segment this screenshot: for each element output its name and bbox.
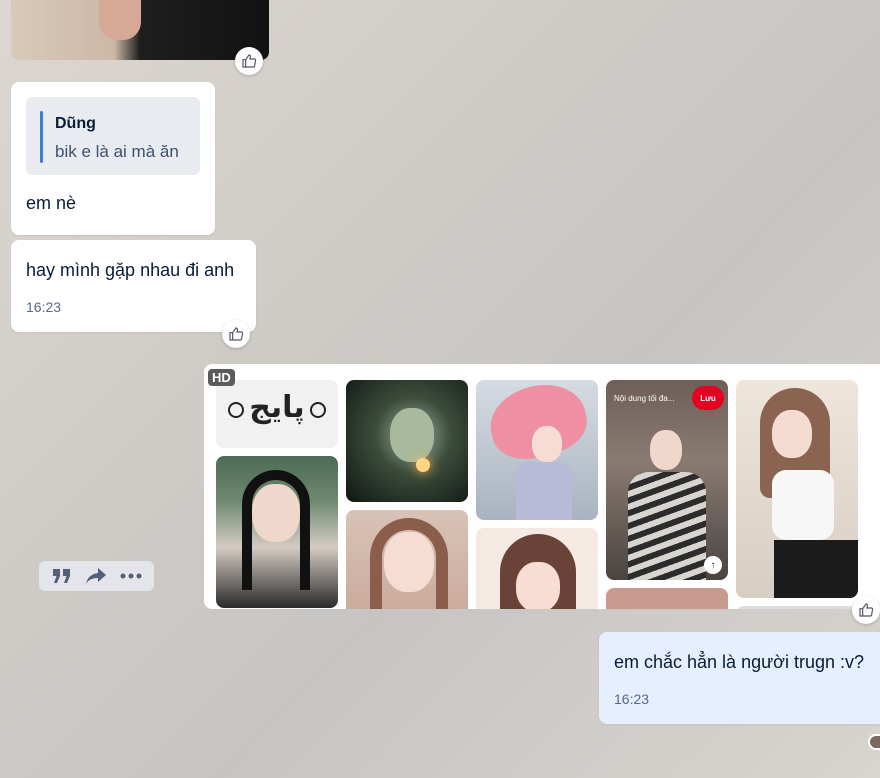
shared-image[interactable]: پایج Nội dung tối đa... Lưu ↑	[204, 364, 880, 609]
reaction-button[interactable]	[852, 596, 880, 624]
ornament-left	[228, 402, 244, 418]
photo-tile	[606, 588, 728, 609]
share-icon: ↑	[704, 556, 722, 574]
photo-tile	[736, 380, 858, 598]
light-spot	[416, 458, 430, 472]
message-text: em nè	[26, 193, 77, 213]
reaction-button[interactable]	[235, 47, 263, 75]
photo-tile	[346, 380, 468, 502]
forward-icon[interactable]	[83, 563, 109, 589]
hd-badge: HD	[208, 369, 235, 386]
quote-bar	[40, 111, 43, 163]
quoted-message[interactable]: Dũng bik e là ai mà ăn	[26, 97, 200, 175]
more-icon[interactable]	[118, 563, 144, 589]
photo-tile	[476, 528, 598, 609]
hair-shape	[242, 470, 310, 590]
dress-shape	[516, 462, 572, 520]
photo-tile	[216, 456, 338, 608]
quote-icon[interactable]	[49, 563, 75, 589]
message-bubble[interactable]: hay mình gặp nhau đi anh 16:23	[11, 240, 256, 332]
pin-tile: Nội dung tối đa... Lưu ↑	[606, 380, 728, 580]
face-shape	[532, 426, 562, 462]
message-text: hay mình gặp nhau đi anh	[26, 260, 235, 280]
message-time: 16:23	[614, 691, 650, 707]
thumbs-up-icon	[859, 603, 874, 617]
thumbs-up-icon	[242, 54, 257, 68]
quoted-author: Dũng	[55, 115, 96, 132]
photo-tile	[476, 380, 598, 520]
thumbs-up-icon	[229, 327, 244, 341]
pin-header: Nội dung tối đa...	[614, 394, 675, 403]
face-shape	[772, 410, 812, 458]
dress-shape	[628, 472, 706, 580]
logo-tile: پایج	[216, 380, 338, 448]
reaction-button[interactable]	[222, 320, 250, 348]
quoted-text: bik e là ai mà ăn	[55, 142, 179, 161]
my-message-bubble[interactable]: em chắc hẳn là người trugn :v? 16:23	[599, 632, 880, 724]
face-shape	[390, 408, 434, 462]
seen-avatar	[868, 734, 880, 750]
photo-tile	[736, 606, 858, 609]
previous-image-fragment[interactable]	[11, 0, 269, 60]
message-time: 16:23	[26, 299, 62, 315]
hand-shape	[99, 0, 141, 40]
pin-save-button: Lưu	[692, 386, 724, 410]
pants-shape	[774, 540, 858, 598]
message-bubble-reply[interactable]: Dũng bik e là ai mà ăn em nè	[11, 82, 215, 235]
ornament-right	[310, 402, 326, 418]
photo-tile	[346, 510, 468, 609]
message-actions-toolbar	[39, 561, 154, 591]
message-text: em chắc hẳn là người trugn :v?	[614, 652, 864, 672]
hair-shape	[370, 518, 448, 609]
face-shape	[650, 430, 682, 470]
shirt-shape	[772, 470, 834, 540]
face-shape	[516, 562, 560, 609]
